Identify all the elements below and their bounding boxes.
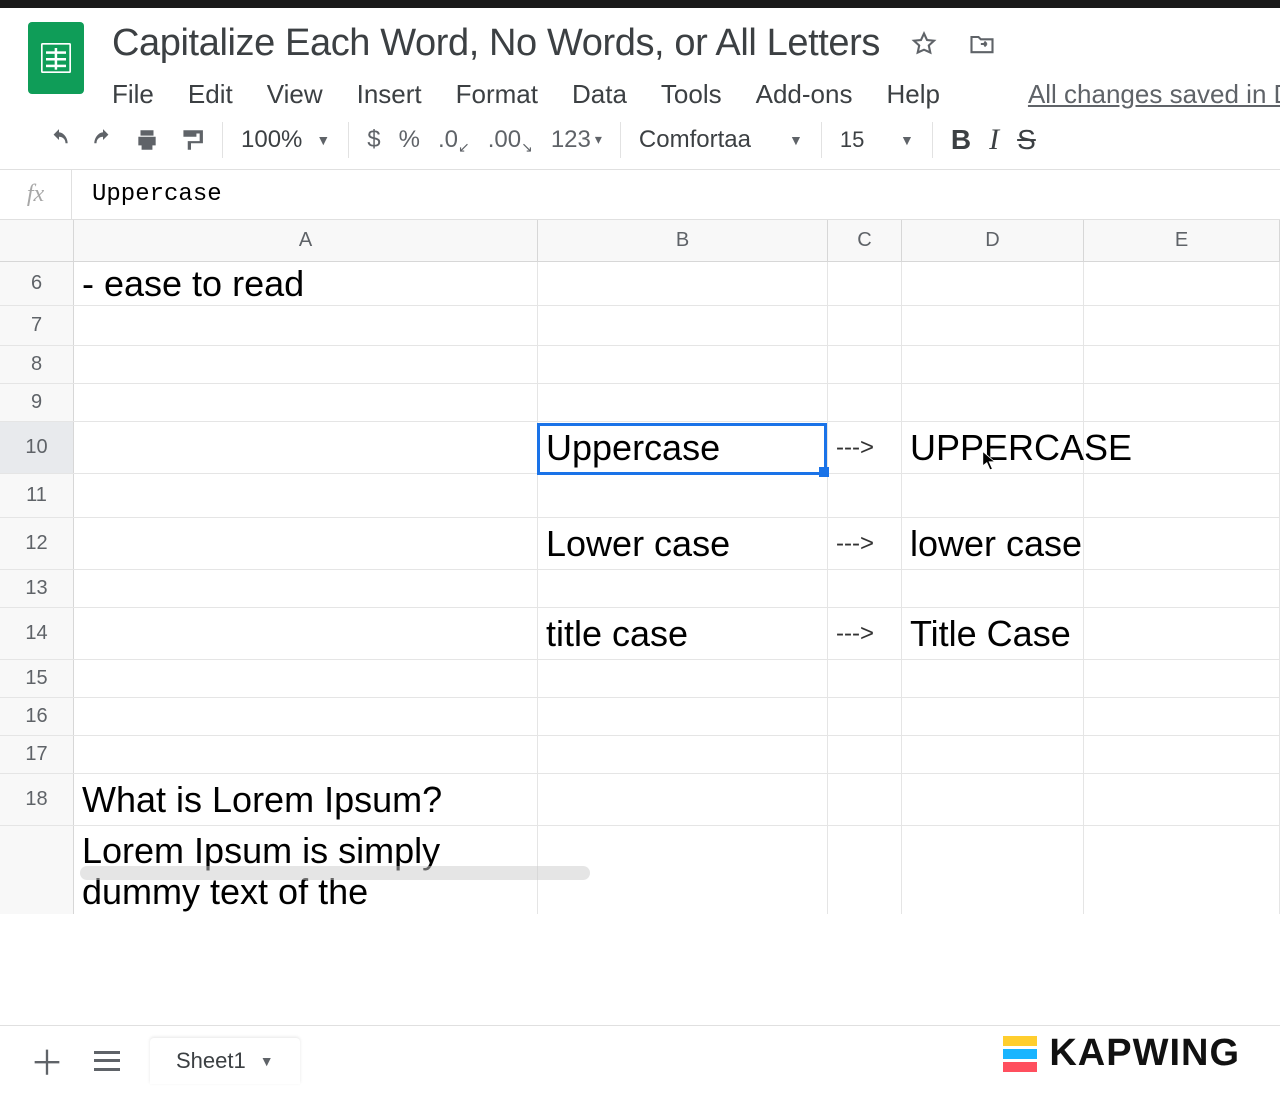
row-header[interactable]: 8 — [0, 346, 74, 383]
column-header-E[interactable]: E — [1084, 220, 1280, 261]
cell-B6[interactable] — [538, 262, 828, 305]
caret-down-icon: ▼ — [316, 132, 330, 148]
mouse-cursor-icon — [982, 450, 998, 472]
horizontal-scrollbar[interactable] — [80, 866, 590, 880]
spreadsheet-grid: A B C D E 6- ease to read 7 8 9 10 Upper… — [0, 220, 1280, 914]
formula-bar: fx — [0, 170, 1280, 220]
decrease-decimal-button[interactable]: .0↙ — [438, 126, 470, 154]
increase-decimal-button[interactable]: .00↘ — [488, 126, 533, 154]
cell-A6[interactable]: - ease to read — [74, 262, 538, 305]
cell-B14[interactable]: title case — [538, 608, 828, 659]
menu-help[interactable]: Help — [886, 79, 939, 110]
bold-button[interactable]: B — [951, 124, 971, 156]
row-header[interactable] — [0, 826, 74, 914]
row-header[interactable]: 13 — [0, 570, 74, 607]
menu-edit[interactable]: Edit — [188, 79, 233, 110]
cell-D12[interactable]: lower case — [902, 518, 1084, 569]
number-format-button[interactable]: 123▾ — [551, 126, 602, 154]
format-currency-button[interactable]: $ — [367, 126, 380, 154]
row-header[interactable]: 16 — [0, 698, 74, 735]
menu-view[interactable]: View — [267, 79, 323, 110]
row-header[interactable]: 14 — [0, 608, 74, 659]
cell-C10[interactable]: ---> — [828, 422, 902, 473]
row-header[interactable]: 18 — [0, 774, 74, 825]
window-top-strip — [0, 0, 1280, 8]
caret-down-icon: ▼ — [900, 132, 914, 148]
column-header-A[interactable]: A — [74, 220, 538, 261]
undo-button[interactable] — [46, 127, 72, 153]
menu-file[interactable]: File — [112, 79, 154, 110]
menu-insert[interactable]: Insert — [357, 79, 422, 110]
document-title[interactable]: Capitalize Each Word, No Words, or All L… — [112, 22, 880, 65]
caret-down-icon: ▾ — [595, 131, 602, 148]
select-all-corner[interactable] — [0, 220, 74, 261]
menu-format[interactable]: Format — [456, 79, 538, 110]
font-size-select[interactable]: 15 — [840, 127, 864, 153]
toolbar: 100%▼ $ % .0↙ .00↘ 123▾ Comfortaa ▼ 15 ▼… — [0, 110, 1280, 170]
sheets-icon — [36, 33, 76, 83]
cell-E6[interactable] — [1084, 262, 1280, 305]
paint-format-button[interactable] — [178, 127, 204, 153]
format-percent-button[interactable]: % — [399, 126, 420, 154]
column-header-B[interactable]: B — [538, 220, 828, 261]
fx-label: fx — [0, 170, 72, 219]
caret-down-icon[interactable]: ▼ — [260, 1053, 274, 1069]
all-sheets-button[interactable] — [94, 1051, 120, 1071]
print-button[interactable] — [134, 127, 160, 153]
menu-tools[interactable]: Tools — [661, 79, 722, 110]
cell-A18[interactable]: What is Lorem Ipsum? — [74, 774, 538, 825]
title-bar: Capitalize Each Word, No Words, or All L… — [0, 8, 1280, 110]
cell-C6[interactable] — [828, 262, 902, 305]
watermark: KAPWING — [1003, 1032, 1240, 1075]
menu-data[interactable]: Data — [572, 79, 627, 110]
watermark-text: KAPWING — [1049, 1032, 1240, 1075]
save-status[interactable]: All changes saved in Dr — [1028, 79, 1280, 110]
menu-addons[interactable]: Add-ons — [756, 79, 853, 110]
column-headers: A B C D E — [0, 220, 1280, 262]
column-header-D[interactable]: D — [902, 220, 1084, 261]
caret-down-icon: ▼ — [789, 132, 803, 148]
row-header[interactable]: 12 — [0, 518, 74, 569]
row-header[interactable]: 6 — [0, 262, 74, 305]
formula-input[interactable] — [72, 170, 1280, 219]
row-header[interactable]: 10 — [0, 422, 74, 473]
row-header[interactable]: 17 — [0, 736, 74, 773]
add-sheet-button[interactable]: ＋ — [30, 1036, 64, 1085]
row-header[interactable]: 7 — [0, 306, 74, 345]
move-to-folder-icon[interactable] — [968, 30, 996, 58]
italic-button[interactable]: I — [989, 123, 999, 157]
strike-button[interactable]: S — [1017, 124, 1036, 156]
zoom-select[interactable]: 100%▼ — [241, 126, 330, 154]
cell-C12[interactable]: ---> — [828, 518, 902, 569]
cell-D6[interactable] — [902, 262, 1084, 305]
cell-D14[interactable]: Title Case — [902, 608, 1084, 659]
sheets-logo[interactable] — [28, 22, 84, 94]
redo-button[interactable] — [90, 127, 116, 153]
star-icon[interactable] — [910, 30, 938, 58]
sheet-tab-label: Sheet1 — [176, 1048, 246, 1074]
menu-bar: File Edit View Insert Format Data Tools … — [112, 79, 1280, 110]
sheet-tab[interactable]: Sheet1 ▼ — [150, 1038, 300, 1084]
font-family-select[interactable]: Comfortaa — [639, 126, 751, 154]
cell-C14[interactable]: ---> — [828, 608, 902, 659]
kapwing-logo-icon — [1003, 1036, 1037, 1072]
cell-B12[interactable]: Lower case — [538, 518, 828, 569]
row-header[interactable]: 9 — [0, 384, 74, 421]
row-header[interactable]: 11 — [0, 474, 74, 517]
cell-B10[interactable]: Uppercase — [538, 422, 828, 473]
column-header-C[interactable]: C — [828, 220, 902, 261]
row-header[interactable]: 15 — [0, 660, 74, 697]
